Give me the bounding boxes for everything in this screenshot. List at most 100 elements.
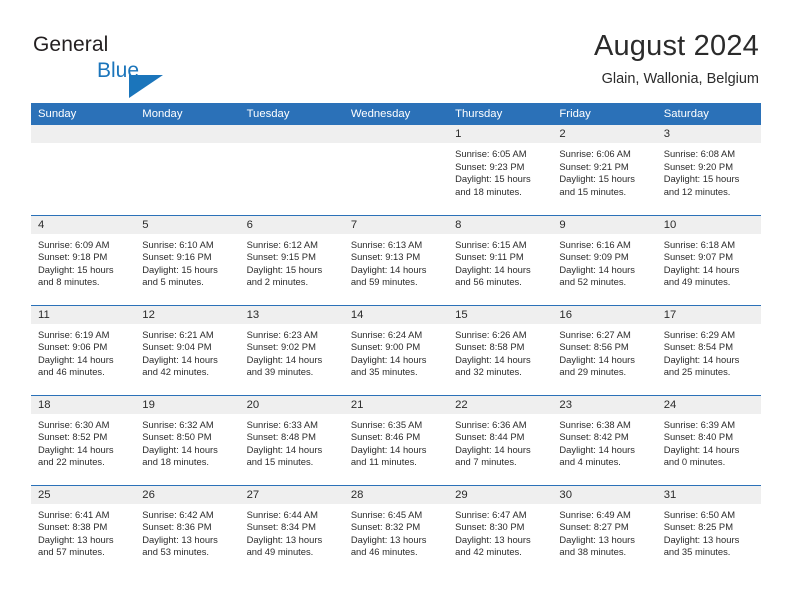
weekday-header-friday: Friday <box>552 103 657 125</box>
day-cell-13[interactable]: 13 Sunrise: 6:23 AM Sunset: 9:02 PM Dayligh… <box>239 304 344 395</box>
sunset-text: Sunset: 9:07 PM <box>663 251 733 263</box>
day-cell-19[interactable]: 19 Sunrise: 6:32 AM Sunset: 8:50 PM Dayligh… <box>135 394 240 485</box>
sunrise-text: Sunrise: 6:42 AM <box>142 508 214 520</box>
day-cell-31[interactable]: 31 Sunrise: 6:50 AM Sunset: 8:25 PM Dayligh… <box>656 484 761 575</box>
day-details: Sunrise: 6:42 AM Sunset: 8:36 PM Daylight:… <box>135 504 239 559</box>
sunset-text: Sunset: 9:00 PM <box>350 341 421 353</box>
daylight-text-line2: and 8 minutes. <box>38 276 100 288</box>
sunset-text: Sunset: 8:30 PM <box>455 521 525 533</box>
day-cell-21[interactable]: 21 Sunrise: 6:35 AM Sunset: 8:46 PM Dayligh… <box>343 394 449 485</box>
daylight-text-line1: Daylight: 15 hours <box>142 263 218 275</box>
brand-logo[interactable]: General Blue <box>33 33 253 98</box>
day-cell-16[interactable]: 16 Sunrise: 6:27 AM Sunset: 8:56 PM Dayligh… <box>552 304 657 395</box>
sunset-text: Sunset: 9:20 PM <box>663 160 733 172</box>
calendar-week-row: 18 Sunrise: 6:30 AM Sunset: 8:52 PM Dayligh… <box>31 394 761 485</box>
day-cell-18[interactable]: 18 Sunrise: 6:30 AM Sunset: 8:52 PM Dayligh… <box>31 394 136 485</box>
day-cell-26[interactable]: 26 Sunrise: 6:42 AM Sunset: 8:36 PM Dayligh… <box>135 484 240 575</box>
sunrise-text: Sunrise: 6:30 AM <box>38 418 110 430</box>
day-cell-9[interactable]: 9 Sunrise: 6:16 AM Sunset: 9:09 PM Daylight… <box>552 214 657 305</box>
day-cell-29[interactable]: 29 Sunrise: 6:47 AM Sunset: 8:30 PM Dayligh… <box>448 484 553 575</box>
weekday-header-tuesday: Tuesday <box>239 103 344 125</box>
day-cell-27[interactable]: 27 Sunrise: 6:44 AM Sunset: 8:34 PM Dayligh… <box>239 484 344 575</box>
day-cell-30[interactable]: 30 Sunrise: 6:49 AM Sunset: 8:27 PM Dayligh… <box>552 484 657 575</box>
sunrise-text: Sunrise: 6:23 AM <box>246 328 318 340</box>
calendar-week-row: 4 Sunrise: 6:09 AM Sunset: 9:18 PM Daylight… <box>31 214 761 305</box>
sunset-text: Sunset: 8:52 PM <box>38 431 108 443</box>
day-details: Sunrise: 6:24 AM Sunset: 9:00 PM Daylight:… <box>344 324 448 379</box>
day-cell-23[interactable]: 23 Sunrise: 6:38 AM Sunset: 8:42 PM Dayligh… <box>552 394 657 485</box>
daylight-text-line1: Daylight: 14 hours <box>559 263 635 275</box>
day-details: Sunrise: 6:05 AM Sunset: 9:23 PM Daylight:… <box>448 143 552 198</box>
sunset-text: Sunset: 8:38 PM <box>38 521 108 533</box>
day-number: 8 <box>448 215 553 234</box>
daylight-text-line2: and 5 minutes. <box>142 276 204 288</box>
sunset-text: Sunset: 9:02 PM <box>246 341 316 353</box>
sunrise-sunset-calendar: Sunday Monday Tuesday Wednesday Thursday Frid… <box>31 103 761 575</box>
day-number: 30 <box>552 485 657 504</box>
day-cell-6[interactable]: 6 Sunrise: 6:12 AM Sunset: 9:15 PM Daylight… <box>239 214 344 305</box>
daylight-text-line2: and 39 minutes. <box>246 366 314 378</box>
daylight-text-line1: Daylight: 14 hours <box>455 263 531 275</box>
day-cell-25[interactable]: 25 Sunrise: 6:41 AM Sunset: 8:38 PM Dayligh… <box>31 484 136 575</box>
day-cell-5[interactable]: 5 Sunrise: 6:10 AM Sunset: 9:16 PM Daylight… <box>135 214 240 305</box>
day-details: Sunrise: 6:06 AM Sunset: 9:21 PM Daylight:… <box>552 143 656 198</box>
daylight-text-line2: and 35 minutes. <box>350 366 418 378</box>
day-details: Sunrise: 6:41 AM Sunset: 8:38 PM Daylight:… <box>31 504 135 559</box>
day-cell-22[interactable]: 22 Sunrise: 6:36 AM Sunset: 8:44 PM Dayligh… <box>448 394 553 485</box>
day-cell-10[interactable]: 10 Sunrise: 6:18 AM Sunset: 9:07 PM Dayligh… <box>656 214 761 305</box>
sunrise-text: Sunrise: 6:18 AM <box>663 238 736 250</box>
day-cell-28[interactable]: 28 Sunrise: 6:45 AM Sunset: 8:32 PM Dayligh… <box>343 484 449 575</box>
daylight-text-line2: and 46 minutes. <box>350 546 418 558</box>
sunrise-text: Sunrise: 6:41 AM <box>38 508 110 520</box>
day-number: 24 <box>656 395 761 414</box>
sunset-text: Sunset: 9:15 PM <box>246 251 316 263</box>
day-details: Sunrise: 6:47 AM Sunset: 8:30 PM Daylight:… <box>448 504 552 559</box>
day-cell-11[interactable]: 11 Sunrise: 6:19 AM Sunset: 9:06 PM Dayligh… <box>31 304 136 395</box>
daylight-text-line2: and 46 minutes. <box>38 366 105 378</box>
daylight-text-line2: and 32 minutes. <box>455 366 522 378</box>
day-details: Sunrise: 6:19 AM Sunset: 9:06 PM Daylight:… <box>31 324 135 379</box>
sunrise-text: Sunrise: 6:38 AM <box>559 418 631 430</box>
day-number: 26 <box>135 485 240 504</box>
day-cell-3[interactable]: 3 Sunrise: 6:08 AM Sunset: 9:20 PM Daylight… <box>656 125 761 215</box>
day-cell-14[interactable]: 14 Sunrise: 6:24 AM Sunset: 9:00 PM Dayligh… <box>343 304 449 395</box>
day-cell-24[interactable]: 24 Sunrise: 6:39 AM Sunset: 8:40 PM Dayligh… <box>656 394 761 485</box>
day-cell-17[interactable]: 17 Sunrise: 6:29 AM Sunset: 8:54 PM Dayligh… <box>656 304 761 395</box>
day-cell-15[interactable]: 15 Sunrise: 6:26 AM Sunset: 8:58 PM Dayligh… <box>448 304 553 395</box>
sunset-text: Sunset: 8:40 PM <box>663 431 733 443</box>
day-details: Sunrise: 6:26 AM Sunset: 8:58 PM Daylight:… <box>448 324 552 379</box>
calendar-week-row: 1 Sunrise: 6:05 AM Sunset: 9:23 PM Daylight… <box>31 125 761 215</box>
daylight-text-line1: Daylight: 14 hours <box>350 263 427 275</box>
sunrise-text: Sunrise: 6:16 AM <box>559 238 631 250</box>
day-cell-8[interactable]: 8 Sunrise: 6:15 AM Sunset: 9:11 PM Daylight… <box>448 214 553 305</box>
sunrise-text: Sunrise: 6:27 AM <box>559 328 631 340</box>
day-number: 28 <box>343 485 449 504</box>
sunset-text: Sunset: 8:25 PM <box>663 521 733 533</box>
day-details: Sunrise: 6:27 AM Sunset: 8:56 PM Daylight:… <box>552 324 656 379</box>
sunrise-text: Sunrise: 6:10 AM <box>142 238 214 250</box>
day-details: Sunrise: 6:16 AM Sunset: 9:09 PM Daylight:… <box>552 234 656 289</box>
brand-name-blue: Blue <box>97 59 140 82</box>
day-cell-4[interactable]: 4 Sunrise: 6:09 AM Sunset: 9:18 PM Daylight… <box>31 214 136 305</box>
daylight-text-line1: Daylight: 15 hours <box>559 173 635 185</box>
day-details: Sunrise: 6:08 AM Sunset: 9:20 PM Daylight:… <box>657 143 761 198</box>
day-cell-20[interactable]: 20 Sunrise: 6:33 AM Sunset: 8:48 PM Dayligh… <box>239 394 344 485</box>
day-number <box>239 125 344 143</box>
daylight-text-line1: Daylight: 14 hours <box>246 443 323 455</box>
day-details: Sunrise: 6:33 AM Sunset: 8:48 PM Daylight:… <box>240 414 344 469</box>
day-cell-2[interactable]: 2 Sunrise: 6:06 AM Sunset: 9:21 PM Daylight… <box>552 125 657 215</box>
sunset-text: Sunset: 8:58 PM <box>455 341 525 353</box>
day-details: Sunrise: 6:50 AM Sunset: 8:25 PM Daylight:… <box>657 504 761 559</box>
daylight-text-line2: and 15 minutes. <box>246 456 314 468</box>
sunset-text: Sunset: 8:36 PM <box>142 521 212 533</box>
day-number: 25 <box>31 485 136 504</box>
day-cell-1[interactable]: 1 Sunrise: 6:05 AM Sunset: 9:23 PM Daylight… <box>448 125 553 215</box>
day-cell-7[interactable]: 7 Sunrise: 6:13 AM Sunset: 9:13 PM Daylight… <box>343 214 449 305</box>
daylight-text-line1: Daylight: 13 hours <box>663 533 740 545</box>
daylight-text-line2: and 42 minutes. <box>142 366 209 378</box>
sunrise-text: Sunrise: 6:47 AM <box>455 508 527 520</box>
day-cell-12[interactable]: 12 Sunrise: 6:21 AM Sunset: 9:04 PM Dayligh… <box>135 304 240 395</box>
day-details: Sunrise: 6:13 AM Sunset: 9:13 PM Daylight:… <box>344 234 448 289</box>
day-number <box>31 125 136 143</box>
sunrise-text: Sunrise: 6:21 AM <box>142 328 214 340</box>
